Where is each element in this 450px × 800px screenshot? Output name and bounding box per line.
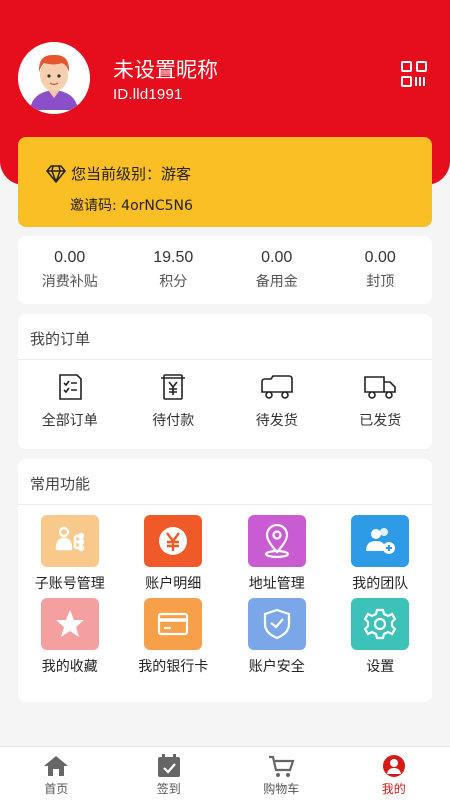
sub-account-icon: [40, 515, 99, 567]
gear-icon: [351, 598, 410, 650]
diamond-icon: [46, 164, 66, 183]
order-shipped[interactable]: 已发货: [329, 372, 433, 430]
func-label: 账户明细: [145, 576, 202, 592]
tab-label: 我的: [381, 782, 406, 796]
func-label: 账户安全: [248, 659, 305, 675]
order-list-icon: [58, 374, 82, 400]
func-address[interactable]: 地址管理: [225, 515, 329, 593]
truck-icon: [260, 375, 293, 399]
order-all[interactable]: 全部订单: [18, 372, 122, 430]
func-label: 设置: [366, 659, 395, 675]
func-label: 子账号管理: [34, 576, 105, 592]
qr-code-icon[interactable]: [400, 60, 428, 88]
func-label: 我的团队: [352, 576, 409, 592]
stat-value: 0.00: [364, 249, 396, 266]
func-settings[interactable]: 设置: [329, 598, 433, 676]
func-favorites[interactable]: 我的收藏: [18, 598, 122, 676]
func-bank-card[interactable]: 我的银行卡: [122, 598, 226, 676]
tab-cart[interactable]: 购物车: [225, 747, 338, 800]
bank-card-icon: [144, 598, 203, 650]
func-label: 我的收藏: [41, 659, 98, 675]
func-label: 我的银行卡: [138, 659, 209, 675]
order-pending-payment[interactable]: 待付款: [122, 372, 226, 430]
functions-title: 常用功能: [18, 459, 432, 505]
orders-title: 我的订单: [18, 314, 432, 360]
home-icon: [44, 756, 69, 776]
stat-subsidy[interactable]: 0.00 消费补贴: [18, 236, 122, 304]
stat-cap[interactable]: 0.00 封顶: [329, 236, 433, 304]
level-row: 您当前级别：游客: [46, 163, 191, 184]
tab-home[interactable]: 首页: [0, 747, 113, 800]
cart-icon: [269, 755, 295, 777]
stats-bar: 0.00 消费补贴 19.50 积分 0.00 备用金 0.00 封顶: [18, 236, 432, 304]
functions-card: 常用功能 子账号管理 账户明细 地址管理 我的团队 我的收藏 我的银行卡 账户安…: [18, 459, 432, 702]
shipped-truck-icon: [364, 376, 397, 399]
order-label: 已发货: [359, 413, 402, 429]
tab-label: 签到: [156, 782, 181, 796]
tab-checkin[interactable]: 签到: [113, 747, 226, 800]
nickname[interactable]: 未设置昵称: [113, 54, 218, 84]
stat-reserve[interactable]: 0.00 备用金: [225, 236, 329, 304]
team-icon: [351, 515, 410, 567]
star-icon: [40, 598, 99, 650]
bottom-tabbar: 首页 签到 购物车 我的: [0, 746, 450, 800]
order-pending-shipment[interactable]: 待发货: [225, 372, 329, 430]
invite-code: 邀请码: 4orNC5N6: [70, 198, 193, 214]
level-label: 您当前级别：游客: [71, 165, 192, 183]
func-team[interactable]: 我的团队: [329, 515, 433, 593]
func-label: 地址管理: [248, 576, 305, 592]
order-label: 待发货: [255, 413, 298, 429]
stat-points[interactable]: 19.50 积分: [122, 236, 226, 304]
shield-icon: [247, 598, 306, 650]
stat-value: 0.00: [261, 249, 293, 266]
user-icon: [382, 755, 405, 777]
stat-value: 0.00: [54, 249, 86, 266]
orders-card: 我的订单 全部订单 待付款 待发货 已发货: [18, 314, 432, 449]
tab-label: 购物车: [263, 782, 300, 796]
calendar-icon: [157, 754, 180, 777]
stat-label: 消费补贴: [41, 274, 98, 290]
stat-label: 备用金: [255, 274, 298, 290]
user-id: ID.lld1991: [113, 86, 183, 103]
yuan-icon: [144, 515, 203, 567]
level-card: 您当前级别：游客 邀请码: 4orNC5N6: [18, 137, 432, 227]
avatar[interactable]: [18, 42, 90, 114]
func-sub-account[interactable]: 子账号管理: [18, 515, 122, 593]
order-label: 待付款: [152, 413, 195, 429]
payment-pending-icon: [161, 374, 186, 400]
func-account-details[interactable]: 账户明细: [122, 515, 226, 593]
location-pin-icon: [247, 515, 306, 567]
stat-label: 封顶: [366, 274, 395, 290]
tab-mine[interactable]: 我的: [338, 747, 450, 800]
stat-value: 19.50: [153, 249, 194, 266]
tab-label: 首页: [44, 782, 69, 796]
func-account-security[interactable]: 账户安全: [225, 598, 329, 676]
stat-label: 积分: [159, 274, 188, 290]
order-label: 全部订单: [41, 413, 98, 429]
